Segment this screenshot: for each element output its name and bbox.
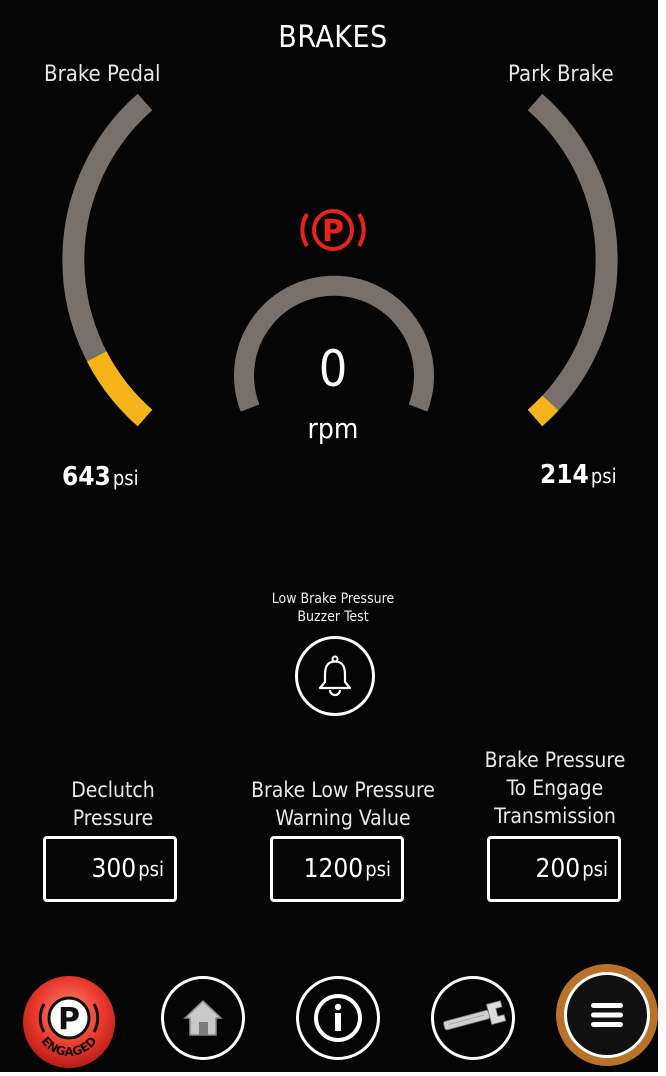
bell-icon (318, 655, 352, 697)
park-brake-reading: 214 psi (540, 460, 617, 490)
brake-low-pressure-label-line2: Warning Value (275, 806, 411, 830)
home-button[interactable] (161, 976, 245, 1060)
buzzer-test-label-line2: Buzzer Test (297, 609, 369, 625)
rpm-value: 0 (318, 340, 348, 398)
park-brake-label: Park Brake (508, 62, 614, 87)
tools-button[interactable] (431, 976, 515, 1060)
info-button[interactable] (296, 976, 380, 1060)
declutch-pressure-unit: psi (138, 857, 164, 881)
engage-pressure-label-line1: Brake Pressure (484, 748, 626, 772)
park-brake-engaged-button[interactable]: P ENGAGED (18, 972, 120, 1074)
park-brake-unit: psi (590, 464, 617, 488)
declutch-pressure-label: Declutch Pressure (28, 776, 198, 832)
declutch-pressure-label-line2: Pressure (72, 806, 154, 830)
brake-low-pressure-unit: psi (365, 857, 391, 881)
brakes-screen: BRAKES Brake Pedal P 643 psi Park Brake 2… (0, 0, 658, 1072)
engage-pressure-field[interactable]: 200 psi (487, 836, 621, 902)
declutch-pressure-label-line1: Declutch (71, 778, 155, 802)
buzzer-test-label: Low Brake Pressure Buzzer Test (233, 590, 433, 626)
engage-pressure-label: Brake Pressure To Engage Transmission (466, 746, 644, 830)
park-brake-gauge-fill (527, 395, 559, 427)
brake-low-pressure-label-line1: Brake Low Pressure (251, 778, 435, 802)
menu-button-inner (564, 972, 650, 1058)
brake-low-pressure-field[interactable]: 1200 psi (270, 836, 404, 902)
park-brake-gauge-track (527, 93, 618, 427)
buzzer-test-label-line1: Low Brake Pressure (271, 591, 395, 607)
brake-pedal-gauge-fill (86, 351, 153, 427)
menu-button[interactable] (556, 964, 658, 1066)
rpm-unit: rpm (307, 412, 359, 445)
park-brake-value: 214 (540, 460, 589, 490)
brake-low-pressure-value: 1200 (303, 854, 364, 884)
park-brake-engaged-icon: P ENGAGED (23, 976, 115, 1068)
engage-pressure-unit: psi (582, 857, 608, 881)
brake-pedal-reading: 643 psi (62, 462, 139, 492)
info-icon (314, 994, 362, 1042)
declutch-pressure-field[interactable]: 300 psi (43, 836, 177, 902)
buzzer-test-button[interactable] (295, 636, 375, 716)
brake-pedal-unit: psi (112, 466, 139, 490)
wrench-icon (443, 1000, 507, 1031)
declutch-pressure-value: 300 (91, 854, 137, 884)
home-icon (183, 999, 223, 1036)
park-button-symbol: P (58, 1002, 80, 1037)
brake-pedal-value: 643 (62, 462, 111, 492)
parking-brake-symbol: P (322, 214, 344, 249)
engage-pressure-label-line3: Transmission (494, 804, 616, 828)
engage-pressure-value: 200 (535, 854, 581, 884)
menu-icon (591, 1003, 623, 1027)
parking-brake-warning-icon: P (300, 209, 366, 251)
engage-pressure-label-line2: To Engage (506, 776, 604, 800)
brake-low-pressure-label: Brake Low Pressure Warning Value (223, 776, 463, 832)
